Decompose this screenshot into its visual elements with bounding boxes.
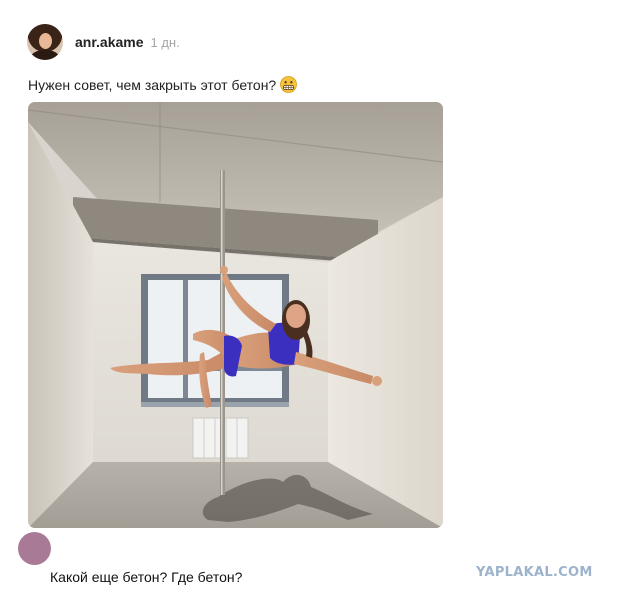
post-caption: Нужен совет, чем закрыть этот бетон?	[28, 76, 298, 93]
post-header: anr.akame 1 дн.	[27, 24, 180, 60]
commenter-avatar[interactable]	[18, 532, 51, 565]
comment-text: Какой еще бетон? Где бетон?	[50, 569, 243, 585]
author-username[interactable]: anr.akame	[75, 34, 144, 50]
post-caption-text: Нужен совет, чем закрыть этот бетон?	[28, 76, 277, 93]
grimacing-face-emoji-icon	[280, 76, 298, 93]
post-photo[interactable]	[28, 102, 443, 528]
watermark-logo: YAPLAKAL.COM	[476, 565, 593, 580]
post-timestamp: 1 дн.	[150, 34, 180, 50]
room-pole-dance-photo	[28, 102, 443, 528]
author-avatar[interactable]	[27, 24, 63, 60]
